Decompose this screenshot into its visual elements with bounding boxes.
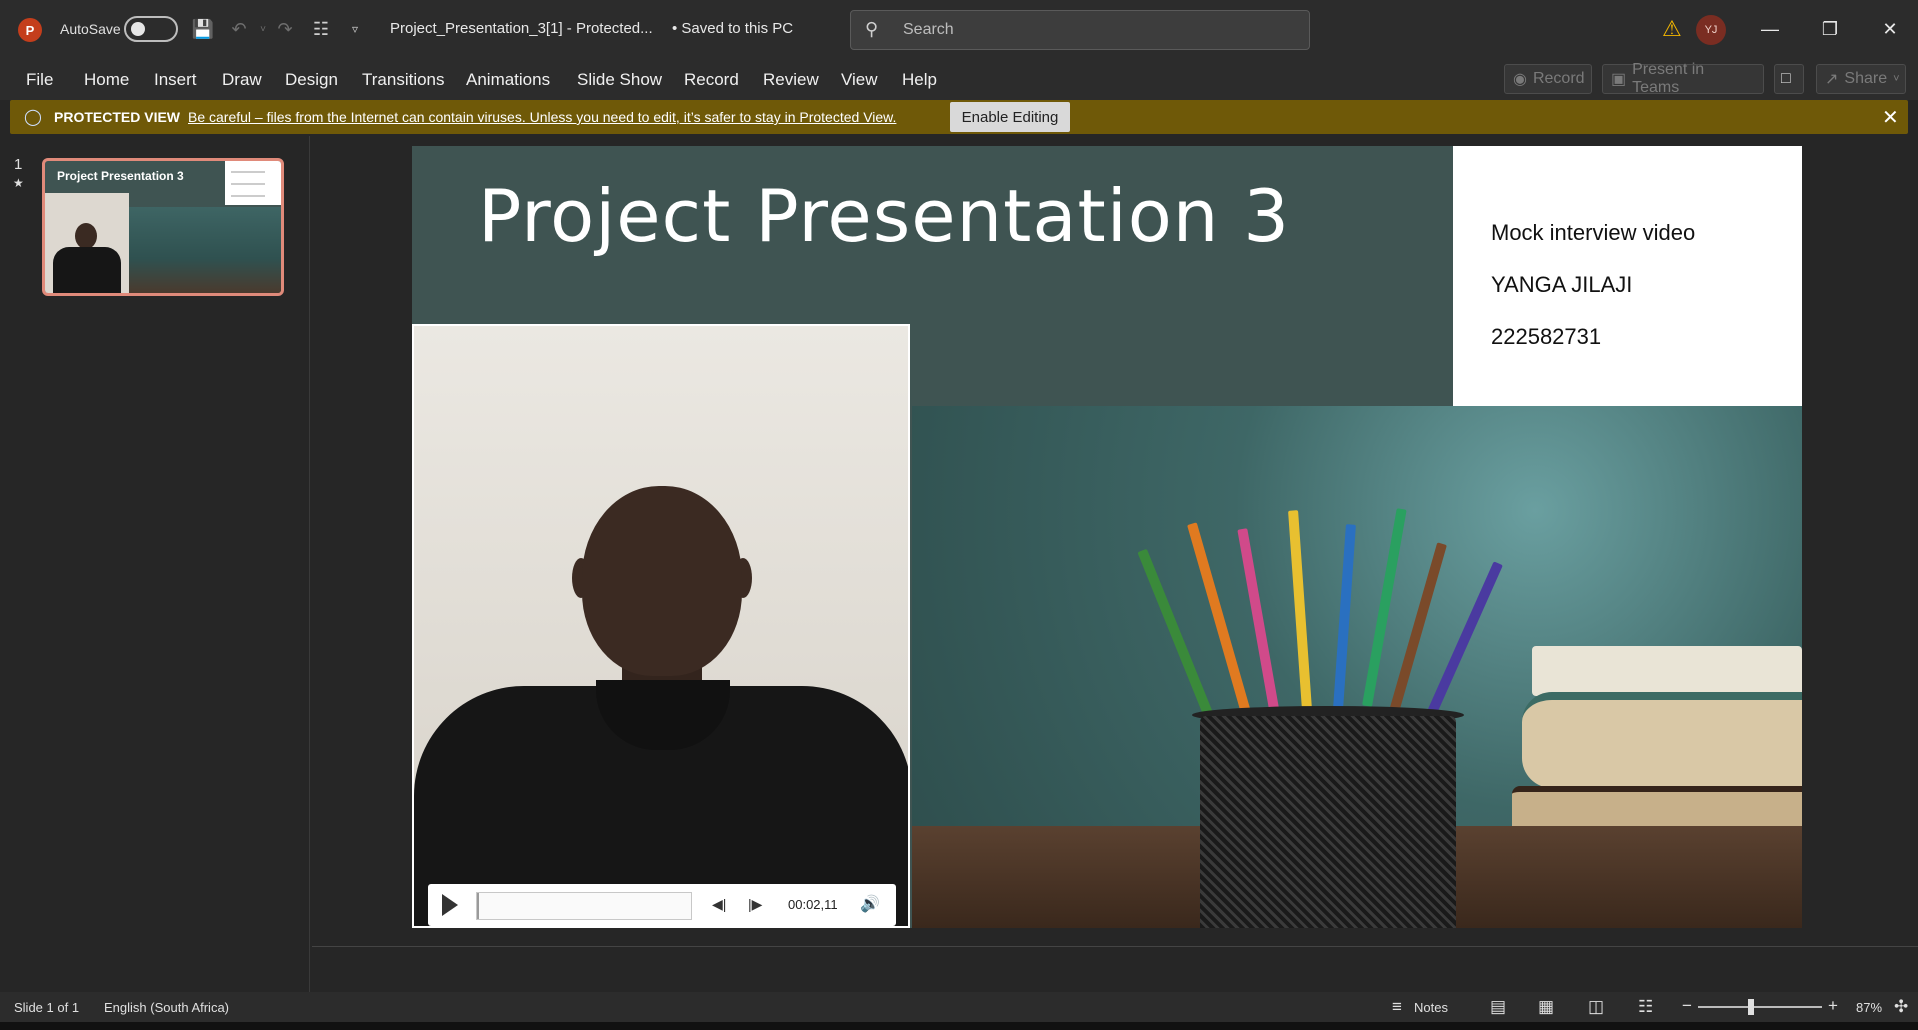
comments-button[interactable]: □ — [1774, 64, 1804, 94]
slide-counter: Slide 1 of 1 — [14, 1000, 80, 1015]
tab-help[interactable]: Help — [902, 70, 937, 90]
search-icon: ⚲ — [865, 19, 879, 39]
slide-number: 1 — [14, 156, 23, 173]
ribbon-tabs: File Home Insert Draw Design Transitions… — [0, 58, 1918, 100]
notes-area[interactable] — [312, 946, 1918, 992]
teams-icon: ▣ — [1611, 71, 1627, 88]
fit-to-window-icon[interactable]: ✣ — [1894, 997, 1908, 1017]
shield-icon: ◯ — [24, 109, 42, 126]
share-button[interactable]: ↗ Share ˅ — [1816, 64, 1906, 94]
save-status[interactable]: • Saved to this PC — [672, 20, 793, 37]
thumbnail-info-box — [225, 161, 281, 205]
search-placeholder: Search — [903, 21, 954, 38]
slide-thumbnail[interactable]: Project Presentation 3 — [42, 158, 284, 296]
autosave-toggle[interactable] — [124, 16, 178, 42]
close-icon[interactable]: ✕ — [1882, 105, 1899, 130]
tab-animations[interactable]: Animations — [466, 70, 550, 90]
protected-view-message-link[interactable]: Be careful – files from the Internet can… — [188, 109, 896, 125]
book — [1522, 692, 1802, 788]
zoom-slider[interactable] — [1698, 1006, 1822, 1008]
present-from-start-icon[interactable]: ☷ — [308, 16, 334, 42]
status-bar: Slide 1 of 1 English (South Africa) ≡ No… — [0, 992, 1918, 1022]
info-line-number: 222582731 — [1491, 324, 1602, 349]
normal-view-icon[interactable]: ▤ — [1490, 997, 1506, 1017]
zoom-out-icon[interactable]: − — [1682, 996, 1692, 1016]
minimize-icon[interactable]: — — [1750, 14, 1790, 44]
share-dropdown-icon: ˅ — [1893, 73, 1900, 85]
save-icon[interactable]: 💾 — [190, 16, 216, 42]
notes-icon[interactable]: ≡ — [1392, 997, 1402, 1017]
video-controls: ◀| |▶ 00:02,11 🔊 — [428, 884, 896, 926]
record-button[interactable]: ◉ Record — [1504, 64, 1592, 94]
present-in-teams-button[interactable]: ▣ Present in Teams — [1602, 61, 1764, 96]
tab-view[interactable]: View — [841, 70, 878, 90]
zoom-level[interactable]: 87% — [1856, 1000, 1882, 1015]
tab-home[interactable]: Home — [84, 70, 129, 90]
skip-forward-icon[interactable]: |▶ — [748, 896, 762, 913]
powerpoint-logo-icon: P — [18, 18, 42, 42]
language-indicator[interactable]: English (South Africa) — [104, 1000, 229, 1015]
animation-star-icon: ★ — [13, 176, 24, 190]
info-line-name: YANGA JILAJI — [1491, 272, 1633, 297]
protected-view-label: PROTECTED VIEW — [54, 109, 181, 125]
slide-title[interactable]: Project Presentation 3 — [478, 174, 1290, 258]
zoom-slider-thumb[interactable] — [1748, 999, 1754, 1015]
book — [1532, 646, 1802, 696]
reading-view-icon[interactable]: ◫ — [1588, 997, 1604, 1017]
close-window-icon[interactable]: ✕ — [1870, 14, 1910, 44]
tab-draw[interactable]: Draw — [222, 70, 262, 90]
video-progress-bar[interactable] — [476, 892, 692, 920]
notes-button[interactable]: Notes — [1414, 1000, 1448, 1015]
document-title[interactable]: Project_Presentation_3[1] - Protected... — [390, 20, 653, 37]
tab-insert[interactable]: Insert — [154, 70, 197, 90]
comment-icon: □ — [1781, 70, 1791, 87]
skip-back-icon[interactable]: ◀| — [712, 896, 726, 913]
warning-icon[interactable]: ⚠ — [1662, 16, 1682, 42]
record-icon: ◉ — [1513, 71, 1527, 88]
play-icon[interactable] — [442, 894, 458, 916]
undo-icon[interactable]: ↶ — [226, 16, 252, 42]
tab-review[interactable]: Review — [763, 70, 819, 90]
toggle-knob — [131, 22, 145, 36]
customize-toolbar-icon[interactable]: ▿ — [342, 16, 368, 42]
present-in-teams-label: Present in Teams — [1632, 61, 1705, 96]
zoom-in-icon[interactable]: + — [1828, 996, 1838, 1016]
share-icon: ↗ — [1825, 71, 1839, 88]
slide-thumbnail-pane: 1 ★ Project Presentation 3 — [0, 136, 310, 992]
video-progress-fill — [477, 893, 480, 919]
protected-view-bar: ◯ PROTECTED VIEW Be careful – files from… — [10, 100, 1908, 134]
slide-sorter-icon[interactable]: ▦ — [1538, 997, 1554, 1017]
slide-canvas[interactable]: Project Presentation 3 Mock interview vi… — [412, 146, 1802, 928]
taskbar-edge — [0, 1022, 1918, 1030]
tab-transitions[interactable]: Transitions — [362, 70, 445, 90]
thumbnail-pencils-image — [129, 207, 281, 293]
pencils-books-image[interactable] — [912, 406, 1802, 928]
redo-icon[interactable]: ↷ — [272, 16, 298, 42]
tab-design[interactable]: Design — [285, 70, 338, 90]
tab-file[interactable]: File — [26, 70, 53, 90]
volume-icon[interactable]: 🔊 — [860, 894, 880, 914]
record-label: Record — [1532, 70, 1585, 87]
enable-editing-button[interactable]: Enable Editing — [950, 102, 1070, 132]
user-avatar[interactable]: YJ — [1696, 15, 1726, 45]
title-bar: P AutoSave 💾 ↶ ˅ ↷ ☷ ▿ Project_Presentat… — [0, 0, 1918, 58]
search-input[interactable]: ⚲ Search — [850, 10, 1310, 50]
autosave-label: AutoSave — [60, 21, 121, 37]
tab-record[interactable]: Record — [684, 70, 739, 90]
tab-slide-show[interactable]: Slide Show — [577, 70, 662, 90]
video-player[interactable]: ◀| |▶ 00:02,11 🔊 — [412, 324, 910, 928]
pencil-cup — [1200, 716, 1456, 928]
restore-icon[interactable]: ❐ — [1810, 14, 1850, 44]
info-line-video: Mock interview video — [1491, 220, 1696, 245]
person-head — [582, 486, 742, 676]
thumbnail-title: Project Presentation 3 — [57, 169, 184, 183]
video-time: 00:02,11 — [788, 897, 838, 912]
slide-show-icon[interactable]: ☷ — [1638, 997, 1653, 1017]
share-label: Share — [1844, 70, 1888, 87]
slide-info-box[interactable]: Mock interview video YANGA JILAJI 222582… — [1453, 146, 1802, 406]
thumbnail-video-image — [45, 193, 129, 293]
